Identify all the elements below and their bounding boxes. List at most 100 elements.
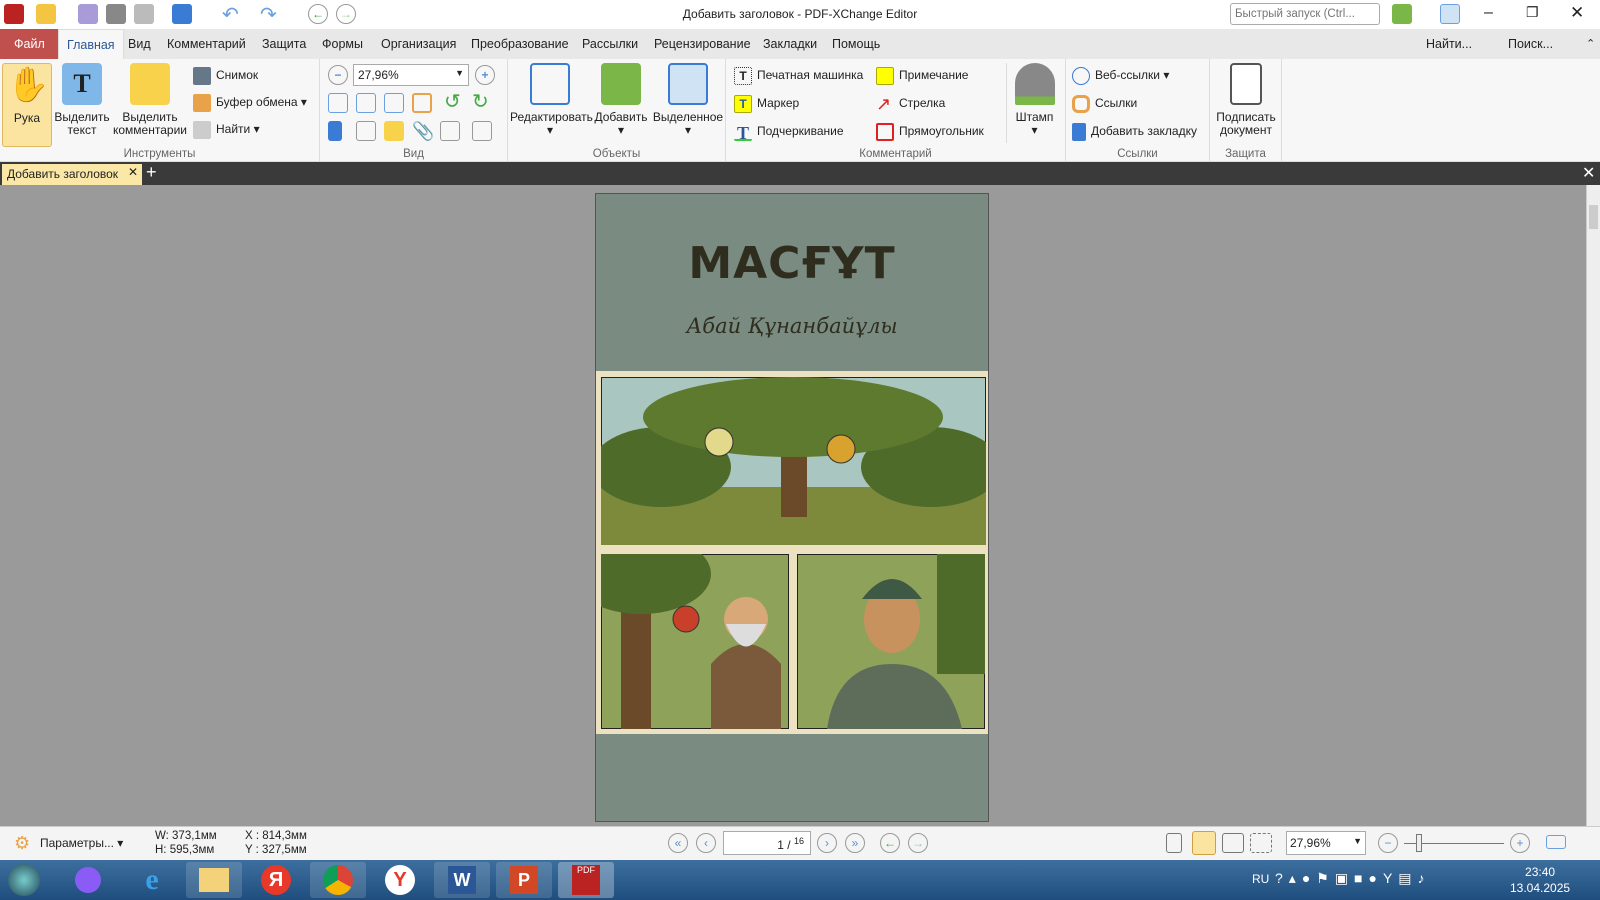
tab-forms[interactable]: Формы [314,29,371,59]
tab-help[interactable]: Помощь [824,29,888,59]
clock-time: 23:40 [1525,865,1556,879]
zoom-value: 27,96% [358,68,399,82]
new-tab-icon[interactable]: + [146,162,157,183]
status-zoom-in-icon[interactable]: + [1510,833,1530,853]
tab-home[interactable]: Главная [58,29,124,59]
tab-file[interactable]: Файл [0,29,59,59]
alice-app-icon[interactable] [60,862,116,898]
underline-button[interactable]: T Подчеркивание [734,120,844,143]
actual-size-icon[interactable] [328,93,348,113]
tab-mailings[interactable]: Рассылки [574,29,646,59]
attachments-icon[interactable]: 📎 [412,121,434,141]
chrome-icon[interactable] [310,862,366,898]
links-button[interactable]: Ссылки [1072,92,1137,114]
group-links-label: Ссылки [1117,148,1158,160]
settings-icon[interactable] [1392,4,1412,24]
group-objects: Редактировать ▾ Добавить ▾ Выделенное ▾ Объ… [508,59,726,162]
language-indicator[interactable]: RU [1252,872,1269,886]
continuous-facing-icon[interactable] [1250,833,1272,853]
stamp-button[interactable]: Штамп ▾ [1006,63,1062,143]
typewriter-button[interactable]: T Печатная машинка [734,64,863,86]
fullscreen-icon[interactable] [1440,4,1460,24]
facing-pages-icon[interactable] [1222,833,1244,853]
yandex-browser-icon[interactable]: Y [372,862,428,898]
tab-bookmarks[interactable]: Закладки [755,29,825,59]
find-button[interactable]: Найти... [1418,29,1480,59]
vertical-scrollbar[interactable] [1586,185,1600,826]
zoom-slider[interactable] [1404,834,1504,852]
zoom-out-icon[interactable]: − [328,65,348,85]
status-zoom-out-icon[interactable]: − [1378,833,1398,853]
single-page-icon[interactable] [1166,833,1182,853]
sign-document-button[interactable]: Подписать документ [1214,63,1278,137]
first-page-icon[interactable]: « [668,833,688,853]
clipboard-button[interactable]: Буфер обмена ▾ [193,91,307,113]
note-button[interactable]: Примечание [876,64,968,86]
edit-button[interactable]: Редактировать ▾ [510,63,593,137]
arrow-button[interactable]: ↗ Стрелка [876,92,945,114]
minimize-button[interactable]: – [1484,4,1493,22]
next-page-icon[interactable]: › [817,833,837,853]
add-button[interactable]: Добавить ▾ [592,63,650,137]
file-explorer-icon[interactable] [186,862,242,898]
tab-convert[interactable]: Преобразование [463,29,577,59]
tab-review[interactable]: Рецензирование [646,29,759,59]
snapshot-button[interactable]: Снимок [193,64,258,86]
continuous-page-icon[interactable] [1192,831,1216,855]
selected-button[interactable]: Выделенное ▾ [650,63,726,137]
add-bookmark-button[interactable]: Добавить закладку [1072,120,1197,142]
collapse-ribbon-icon[interactable]: ⌃ [1578,29,1600,59]
layers-icon[interactable] [440,121,460,141]
tray-icons[interactable]: ?▴●⚑▣■●Y▤♪ [1275,870,1431,887]
tab-organize[interactable]: Организация [373,29,464,59]
internet-explorer-icon[interactable]: e [124,862,180,898]
group-comments-label: Комментарий [859,148,932,160]
yandex-icon[interactable]: Я [248,862,304,898]
web-links-button[interactable]: Веб-ссылки ▾ [1072,64,1169,86]
comments-pane-icon[interactable] [384,121,404,141]
find-tool-button[interactable]: Найти ▾ [193,118,260,140]
tab-view[interactable]: Вид [120,29,159,59]
pdf-xchange-icon[interactable]: PDF [558,862,614,898]
status-zoom-select[interactable]: 27,96% ▼ [1286,831,1366,855]
rotate-left-icon[interactable]: ↺ [444,92,464,113]
quick-launch-input[interactable] [1230,3,1380,25]
close-tab-icon[interactable]: ✕ [128,165,138,179]
restore-button[interactable]: ❐ [1526,4,1539,21]
hand-icon: ✋ [7,66,50,104]
document-tab[interactable]: Добавить заголовок ✕ [2,164,142,185]
view-mode-icon[interactable] [1546,835,1566,849]
marker-button[interactable]: T Маркер [734,92,799,114]
tab-comment[interactable]: Комментарий [159,29,254,59]
zoom-input[interactable]: 27,96% ▼ [353,64,469,86]
close-all-icon[interactable]: ✕ [1582,163,1595,183]
rotate-right-icon[interactable]: ↻ [472,92,492,113]
search-button[interactable]: Поиск... [1500,29,1561,59]
hand-tool-button[interactable]: ✋ Рука [2,63,52,147]
word-icon[interactable]: W [434,862,490,898]
page-number-input[interactable]: 1 / 16 [723,831,811,855]
properties-icon[interactable] [472,121,492,141]
tab-protect[interactable]: Защита [254,29,314,59]
start-button[interactable] [2,862,46,898]
select-text-button[interactable]: T Выделить текст [54,63,110,137]
rectangle-button[interactable]: Прямоугольник [876,120,984,142]
fit-width-icon[interactable] [384,93,404,113]
prev-view-icon[interactable]: ← [880,833,900,853]
sign-label: Подписать документ [1216,110,1276,137]
pages-pane-icon[interactable] [356,121,376,141]
page-total: 16 [793,836,804,846]
last-page-icon[interactable]: » [845,833,865,853]
marker-icon: T [734,94,752,113]
fit-visible-icon[interactable] [412,93,432,113]
fit-page-icon[interactable] [356,93,376,113]
zoom-in-icon[interactable]: + [475,65,495,85]
prev-page-icon[interactable]: ‹ [696,833,716,853]
select-comments-button[interactable]: Выделить комментарии [112,63,188,137]
powerpoint-icon[interactable]: P [496,862,552,898]
parameters-button[interactable]: Параметры... ▾ [40,836,123,850]
close-button[interactable]: ✕ [1570,3,1584,23]
next-view-icon[interactable]: → [908,833,928,853]
clock[interactable]: 23:40 13.04.2025 [1510,864,1570,896]
bookmarks-pane-icon[interactable] [328,121,342,141]
